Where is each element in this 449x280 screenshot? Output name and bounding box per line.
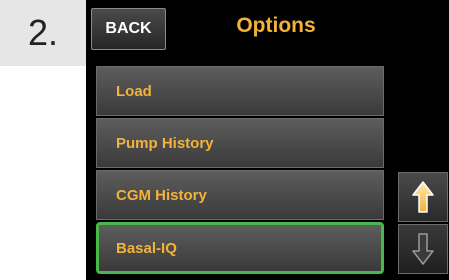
arrow-up-icon — [412, 181, 434, 213]
menu-item-basal-iq[interactable]: Basal-IQ — [96, 222, 384, 274]
scroll-up-button[interactable] — [398, 172, 448, 222]
scroll-down-button[interactable] — [398, 224, 448, 274]
menu-item-load[interactable]: Load — [96, 66, 384, 116]
step-number: 2. — [0, 0, 86, 66]
menu-item-label: Load — [116, 82, 152, 100]
back-button-label: BACK — [105, 20, 152, 37]
arrow-down-icon — [412, 233, 434, 265]
back-button[interactable]: BACK — [91, 8, 166, 50]
menu-item-label: Basal-IQ — [116, 239, 177, 257]
menu-item-pump-history[interactable]: Pump History — [96, 118, 384, 168]
options-list: Load Pump History CGM History Basal-IQ — [96, 66, 384, 276]
menu-item-cgm-history[interactable]: CGM History — [96, 170, 384, 220]
menu-item-label: CGM History — [116, 186, 207, 204]
device-screen: BACK Options Load Pump History CGM Histo… — [86, 0, 449, 280]
page-title: Options — [236, 14, 316, 37]
menu-item-label: Pump History — [116, 134, 214, 152]
step-number-label: 2. — [27, 12, 59, 53]
